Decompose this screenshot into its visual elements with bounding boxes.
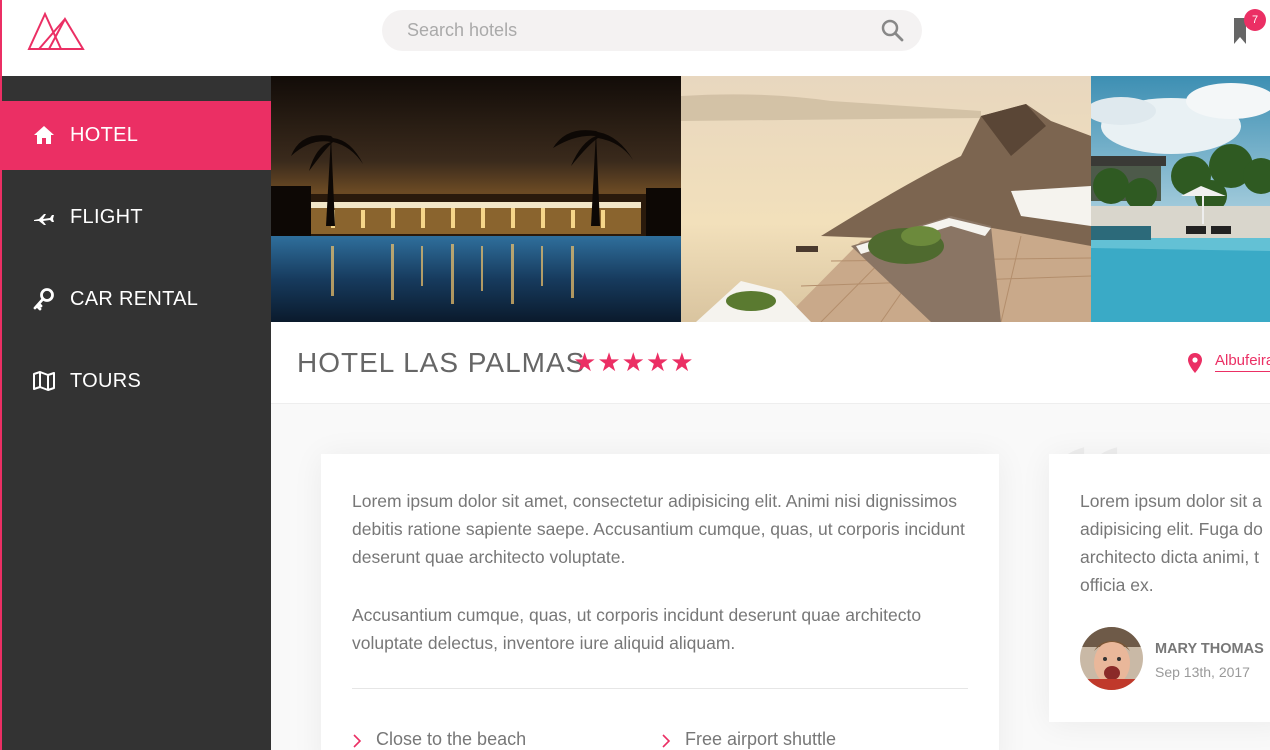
location-link[interactable]: Albufeira — [1215, 352, 1270, 372]
logo-icon[interactable] — [27, 11, 87, 51]
photo-gallery — [271, 76, 1270, 322]
review-line: architecto dicta animi, t — [1080, 547, 1259, 567]
search-icon[interactable] — [880, 18, 904, 42]
sidebar-item-hotel[interactable]: HOTEL — [2, 101, 271, 170]
avatar — [1080, 627, 1143, 690]
hotel-name: HOTEL LAS PALMAS — [297, 347, 586, 378]
sidebar-item-label: HOTEL — [70, 124, 139, 146]
hotel-photo-resort-pool[interactable] — [1091, 76, 1270, 322]
review-card: Lorem ipsum dolor sit a adipisicing elit… — [1049, 454, 1270, 722]
key-icon — [33, 288, 54, 311]
review-line: adipisicing elit. Fuga do — [1080, 519, 1263, 539]
description-card: Lorem ipsum dolor sit amet, consectetur … — [321, 454, 999, 750]
hotel-details: Lorem ipsum dolor sit amet, consectetur … — [271, 404, 1270, 750]
search-bar — [382, 10, 922, 51]
chevron-right-icon — [353, 734, 362, 748]
star-icon: ★ — [573, 347, 597, 377]
description-paragraph: Lorem ipsum dolor sit amet, consectetur … — [352, 491, 965, 567]
sidebar-item-tours[interactable]: TOURS — [2, 347, 271, 416]
home-icon — [34, 126, 54, 144]
sidebar-item-label: CAR RENTAL — [70, 288, 199, 310]
review-date: Sep 13th, 2017 — [1155, 664, 1250, 680]
search-input[interactable] — [382, 10, 922, 51]
star-rating: ★★★★★ — [573, 348, 695, 376]
sidebar-item-flight[interactable]: FLIGHT — [2, 183, 271, 252]
review-text: Lorem ipsum dolor sit a adipisicing elit… — [1080, 487, 1270, 599]
chevron-right-icon — [662, 734, 671, 748]
feature-label: Free airport shuttle — [685, 729, 837, 749]
sidebar-item-label: FLIGHT — [70, 206, 143, 228]
description-paragraph: Accusantium cumque, quas, ut corporis in… — [352, 605, 922, 653]
reviewer-name: MARY THOMAS — [1155, 641, 1264, 657]
map-icon — [33, 371, 55, 391]
review-line: officia ex. — [1080, 575, 1154, 595]
divider — [352, 688, 968, 689]
sidebar-item-car-rental[interactable]: CAR RENTAL — [2, 265, 271, 334]
notification-badge: 7 — [1244, 9, 1266, 31]
hotel-title-bar: HOTEL LAS PALMAS ★★★★★ Albufeira — [271, 322, 1270, 404]
hotel-photo-cliff-terrace[interactable] — [681, 76, 1091, 322]
star-icon: ★ — [597, 347, 621, 377]
sidebar: HOTEL FLIGHT CAR RENTAL TOURS — [0, 76, 271, 750]
star-icon: ★ — [645, 347, 670, 377]
feature-label: Close to the beach — [376, 729, 527, 749]
star-icon: ★ — [670, 347, 694, 377]
sidebar-item-label: TOURS — [70, 370, 142, 392]
hotel-photo-pool-night[interactable] — [271, 76, 681, 322]
review-line: Lorem ipsum dolor sit a — [1080, 491, 1262, 511]
location-pin-icon — [1188, 353, 1202, 373]
star-icon: ★ — [621, 347, 645, 377]
airplane-icon — [34, 214, 54, 225]
